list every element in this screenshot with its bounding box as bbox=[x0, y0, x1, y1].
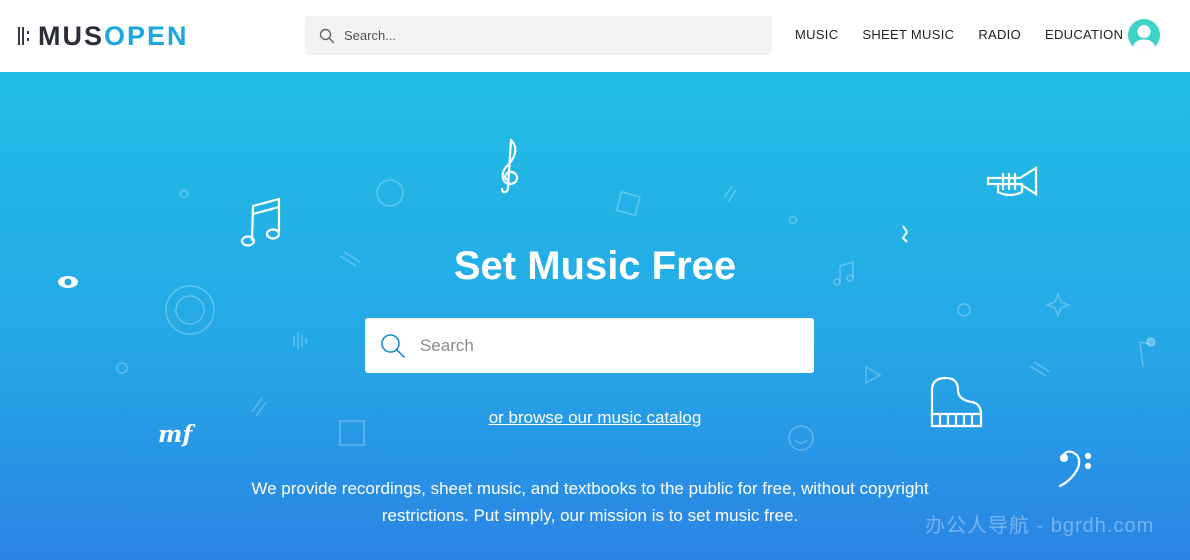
circle-outline-icon bbox=[376, 179, 404, 207]
mission-description: We provide recordings, sheet music, and … bbox=[220, 475, 960, 529]
logo-text-mus: MUS bbox=[38, 21, 104, 51]
hero-section: mf Set Music Free Search or browse our m… bbox=[0, 72, 1190, 560]
logo-text: MUSOPEN bbox=[38, 22, 189, 50]
play-icon bbox=[865, 365, 882, 385]
search-icon bbox=[381, 333, 405, 358]
nav-music[interactable]: MUSIC bbox=[795, 27, 838, 42]
header-search-input[interactable]: Search... bbox=[305, 16, 772, 55]
small-circle-icon bbox=[788, 215, 798, 225]
header-search-placeholder: Search... bbox=[344, 28, 397, 43]
music-notes-icon bbox=[250, 197, 281, 242]
nav-sheet-music[interactable]: SHEET MUSIC bbox=[862, 27, 954, 42]
hero-title: Set Music Free bbox=[453, 244, 737, 288]
top-navigation-bar: MUSOPEN Search... MUSIC SHEET MUSIC RADI… bbox=[0, 0, 1190, 72]
logo-mark-icon bbox=[18, 27, 32, 45]
hero-search-input[interactable]: Search bbox=[365, 318, 814, 373]
main-nav: MUSIC SHEET MUSIC RADIO EDUCATION bbox=[795, 27, 1147, 42]
record-ring-icon bbox=[165, 285, 215, 335]
rest-icon bbox=[901, 225, 909, 243]
browse-catalog-link[interactable]: or browse our music catalog bbox=[489, 408, 702, 427]
small-circle-icon bbox=[179, 189, 189, 199]
smile-icon bbox=[788, 425, 814, 451]
nav-radio[interactable]: RADIO bbox=[978, 27, 1021, 42]
browse-catalog-container: or browse our music catalog bbox=[0, 408, 1190, 428]
logo-text-open: OPEN bbox=[104, 21, 189, 51]
nav-education[interactable]: EDUCATION bbox=[1045, 27, 1123, 42]
hero-search-placeholder: Search bbox=[420, 335, 474, 355]
square-outline-icon bbox=[615, 191, 641, 217]
trumpet-icon bbox=[986, 166, 1038, 196]
treble-clef-icon bbox=[500, 138, 519, 194]
watermark: 办公人导航 - bgrdh.com bbox=[925, 515, 1155, 537]
mission-description-line-2: restrictions. Put simply, our mission is… bbox=[381, 506, 799, 525]
search-icon bbox=[319, 28, 335, 43]
sparkle-icon bbox=[1044, 291, 1072, 319]
small-circle-icon bbox=[957, 303, 971, 317]
musopen-logo[interactable]: MUSOPEN bbox=[18, 22, 189, 50]
avatar-icon bbox=[1132, 25, 1156, 51]
small-circle-icon bbox=[116, 362, 128, 374]
mission-description-line-1: We provide recordings, sheet music, and … bbox=[251, 479, 929, 498]
avatar[interactable] bbox=[1128, 19, 1160, 51]
